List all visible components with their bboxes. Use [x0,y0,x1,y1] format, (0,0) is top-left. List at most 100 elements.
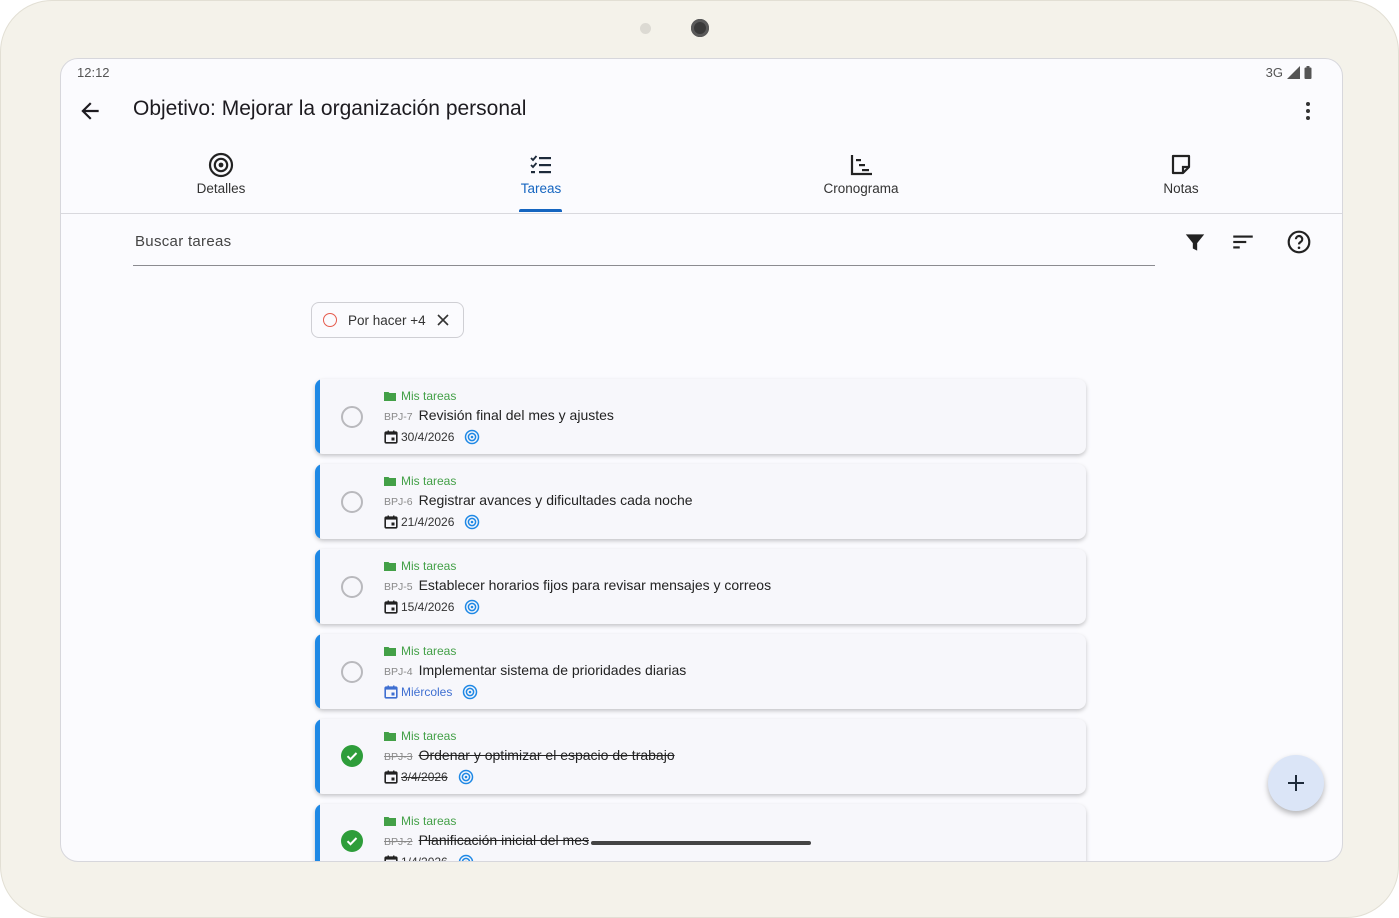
task-title: BPJ-2 Planificación inicial del mes [384,832,589,848]
calendar-icon [384,855,398,861]
goal-target-icon [465,514,480,530]
check-icon [346,752,358,761]
tab-label: Tareas [520,181,562,196]
target-icon [208,152,234,178]
folder-icon [384,477,396,486]
task-title-text: Ordenar y optimizar el espacio de trabaj… [418,747,675,763]
goal-target-icon [458,769,473,785]
tablet-frame: 12:12 3G Objetivo: Mejorar la organizaci… [0,0,1399,918]
tab-notas[interactable]: Notas [1021,145,1341,213]
sensor-dot [640,23,651,34]
task-meta: Miércoles [384,684,478,700]
task-title-text: Implementar sistema de prioridades diari… [418,662,687,678]
tab-detalles[interactable]: Detalles [61,145,381,213]
filter-icon[interactable] [1182,229,1208,255]
tab-label: Detalles [196,181,246,196]
tab-label: Notas [1163,181,1199,196]
priority-bar [315,379,320,454]
back-arrow-icon[interactable] [77,98,103,124]
task-card[interactable]: Mis tareas BPJ-3 Ordenar y optimizar el es… [315,719,1086,794]
add-task-button[interactable] [1268,755,1324,811]
check-icon [346,837,358,846]
task-due-date: 21/4/2026 [401,515,455,529]
todo-status-icon [323,313,337,327]
task-title: BPJ-3 Ordenar y optimizar el espacio de t… [384,747,675,763]
tab-cronograma[interactable]: Cronograma [701,145,1021,213]
status-bar: 12:12 3G [61,59,1342,85]
project-name: Mis tareas [401,729,457,743]
complete-checkbox[interactable] [341,406,363,428]
chip-label: Por hacer +4 [348,312,426,328]
calendar-icon [384,515,398,529]
completed-checkbox[interactable] [341,745,363,767]
task-project: Mis tareas [384,559,456,573]
task-project: Mis tareas [384,644,456,658]
camera-lens [691,19,709,37]
folder-icon [384,817,396,826]
task-title-text: Establecer horarios fijos para revisar m… [418,577,772,593]
task-title: BPJ-7 Revisión final del mes y ajustes [384,407,614,423]
status-time: 12:12 [77,65,110,80]
task-code: BPJ-7 [384,411,413,423]
task-code: BPJ-2 [384,836,413,848]
task-title-text: Planificación inicial del mes [418,832,590,848]
complete-checkbox[interactable] [341,576,363,598]
complete-checkbox[interactable] [341,661,363,683]
folder-icon [384,647,396,656]
task-title: BPJ-6 Registrar avances y dificultades ca… [384,492,693,508]
task-project: Mis tareas [384,729,456,743]
completed-checkbox[interactable] [341,830,363,852]
task-code: BPJ-3 [384,751,413,763]
checklist-icon [530,155,551,174]
page-title: Objetivo: Mejorar la organización person… [133,97,527,120]
project-name: Mis tareas [401,814,457,828]
sort-icon[interactable] [1230,229,1256,255]
task-card[interactable]: Mis tareas BPJ-7 Revisión final del mes y … [315,379,1086,454]
search-field[interactable] [133,219,1159,266]
priority-bar [315,464,320,539]
priority-bar [315,549,320,624]
tab-bar: Detalles Tareas Cronograma Notas [61,145,1342,214]
top-app-bar: Objetivo: Mejorar la organización person… [61,85,1342,139]
task-card[interactable]: Mis tareas BPJ-5 Establecer horarios fijos… [315,549,1086,624]
complete-checkbox[interactable] [341,491,363,513]
task-due-date: Miércoles [401,685,453,699]
home-indicator [591,841,811,845]
task-due-date: 30/4/2026 [401,430,455,444]
folder-icon [384,392,396,401]
status-filter-chip[interactable]: Por hacer +4 [311,302,464,338]
note-icon [1171,154,1191,175]
close-icon[interactable] [436,313,450,327]
timeline-icon [850,155,872,176]
more-vert-icon[interactable] [1296,99,1320,123]
app-screen: 12:12 3G Objetivo: Mejorar la organizaci… [60,58,1343,862]
task-meta: 3/4/2026 [384,769,474,785]
folder-icon [384,732,396,741]
task-project: Mis tareas [384,814,456,828]
goal-target-icon [465,599,480,615]
network-label: 3G [1265,65,1283,80]
task-project: Mis tareas [384,389,456,403]
task-due-date: 15/4/2026 [401,600,455,614]
calendar-icon [384,430,398,444]
task-code: BPJ-6 [384,496,413,508]
task-meta: 15/4/2026 [384,599,480,615]
task-card[interactable]: Mis tareas BPJ-4 Implementar sistema de pr… [315,634,1086,709]
calendar-icon [384,600,398,614]
search-input[interactable] [133,219,1159,263]
project-name: Mis tareas [401,559,457,573]
task-code: BPJ-4 [384,666,413,678]
help-icon[interactable] [1286,229,1312,255]
tab-label: Cronograma [823,181,899,196]
goal-target-icon [458,854,473,861]
status-right: 3G [1266,65,1312,80]
project-name: Mis tareas [401,644,457,658]
task-code: BPJ-5 [384,581,413,593]
task-project: Mis tareas [384,474,456,488]
tab-tareas[interactable]: Tareas [381,145,701,213]
project-name: Mis tareas [401,474,457,488]
task-title-text: Registrar avances y dificultades cada no… [418,492,693,508]
task-card[interactable]: Mis tareas BPJ-2 Planificación inicial del… [315,804,1086,862]
task-card[interactable]: Mis tareas BPJ-6 Registrar avances y dific… [315,464,1086,539]
task-due-date: 1/4/2026 [401,855,448,862]
